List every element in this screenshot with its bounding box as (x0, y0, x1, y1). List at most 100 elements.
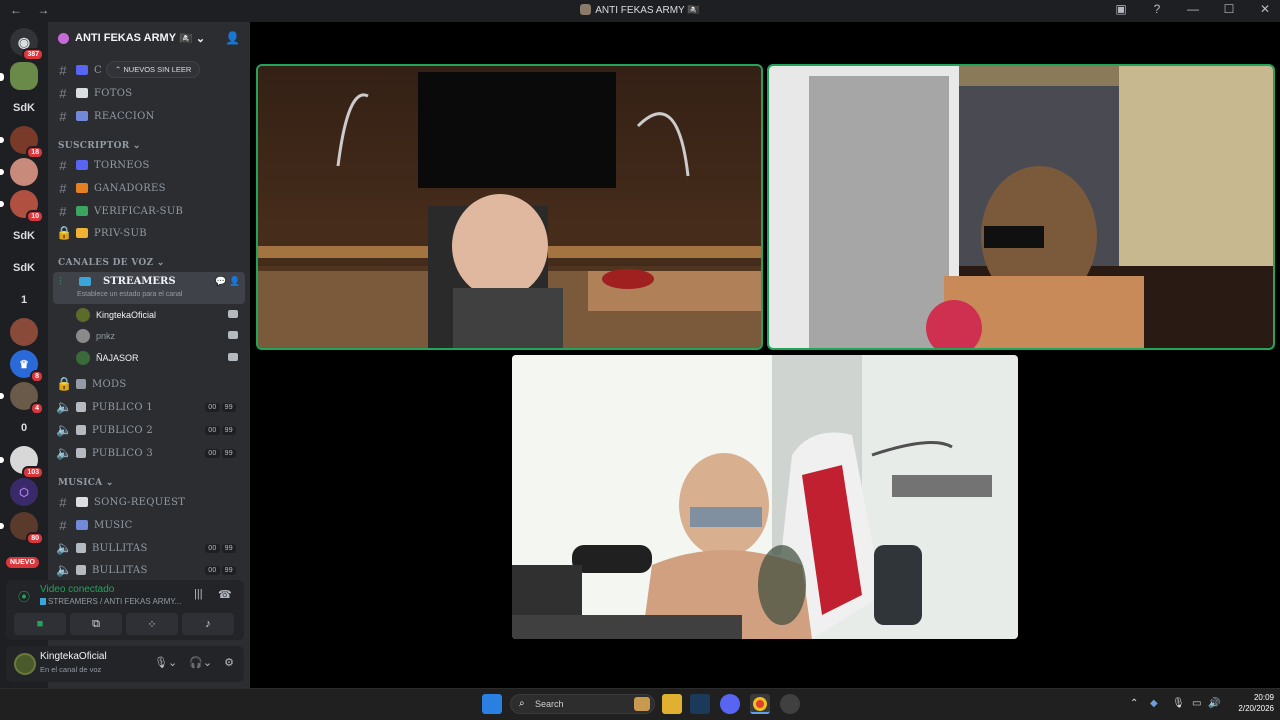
server-item[interactable]: SdK (10, 222, 38, 250)
user-limit: 00 99 (205, 543, 236, 553)
speaker-icon: 🔈 (56, 422, 73, 437)
camera-icon (228, 353, 238, 361)
chat-icon[interactable]: 💬 (215, 276, 226, 287)
request-emoji-icon (76, 497, 88, 507)
taskbar-search[interactable]: ⌕ Search (510, 694, 655, 714)
new-badge[interactable]: NUEVO (6, 557, 39, 568)
channel-music[interactable]: # MUSIC (56, 515, 244, 535)
app-icon[interactable] (780, 694, 800, 714)
voice-member[interactable]: pnkz (76, 327, 246, 345)
voice-channel-publico-3[interactable]: 🔈 PUBLICO 3 00 99 (56, 443, 244, 463)
voice-channel-bullitas[interactable]: 🔈 BULLITAS 00 99 (56, 538, 244, 558)
category-canales-de-voz[interactable]: CANALES DE VOZ ⌄ (58, 258, 165, 268)
signal-icon[interactable]: ⦿ (18, 588, 30, 605)
speaker-emoji-icon (76, 425, 86, 435)
channel-priv-sub[interactable]: 🔒 PRIV-SUB (56, 223, 244, 243)
channel-song-request[interactable]: # SONG-REQUEST (56, 492, 244, 512)
server-item[interactable]: ♛ 8 (10, 350, 44, 383)
inbox-icon[interactable]: ▣ (1114, 2, 1128, 16)
server-discord-home[interactable]: ◉ 387 (10, 28, 44, 61)
server-item[interactable]: SdK (10, 94, 38, 122)
headphones-icon[interactable]: 🎧⌄ (189, 656, 212, 669)
channel-torneos[interactable]: # TORNEOS (56, 155, 244, 175)
microphone-tray-icon[interactable]: 🎙 (1172, 698, 1185, 709)
avatar[interactable] (14, 653, 36, 675)
server-item[interactable] (10, 318, 38, 346)
chrome-icon[interactable] (750, 694, 770, 714)
server-item[interactable]: SdK (10, 254, 38, 282)
chevron-up-icon[interactable]: ⌃ (1130, 698, 1138, 709)
voice-channel-bullitas[interactable]: 🔈 BULLITAS 00 99 (56, 560, 244, 580)
voice-channel-publico-2[interactable]: 🔈 PUBLICO 2 00 99 (56, 420, 244, 440)
speaker-icon: 🔈 (56, 445, 73, 460)
hash-icon: # (59, 180, 67, 196)
channel-verificar-sub[interactable]: # VERIFICAR-SUB (56, 201, 244, 221)
unread-tooltip[interactable]: ⌃ NUEVOS SIN LEER (106, 61, 201, 78)
clock[interactable]: 20:09 2/20/2026 (1222, 692, 1274, 714)
maximize-button[interactable]: ☐ (1222, 2, 1236, 16)
server-item[interactable]: 4 (0, 382, 44, 415)
microphone-icon[interactable]: 🎙⌄ (154, 656, 177, 669)
channel-ganadores[interactable]: # GANADORES (56, 178, 244, 198)
category-suscriptor[interactable]: SUSCRIPTOR ⌄ (58, 141, 141, 151)
category-musica[interactable]: MUSICA ⌄ (58, 478, 114, 488)
voice-channel-publico-1[interactable]: 🔈 PUBLICO 1 00 99 (56, 397, 244, 417)
speaker-emoji-icon (76, 448, 86, 458)
steam-icon[interactable] (690, 694, 710, 714)
soundboard-icon: ♪ (205, 618, 211, 630)
server-item[interactable]: 18 (0, 126, 44, 159)
server-item[interactable]: 103 (0, 446, 44, 479)
server-item[interactable]: 0 (10, 414, 38, 442)
user-limit: 00 99 (205, 448, 236, 458)
search-highlight-icon (634, 697, 650, 711)
windows-start-icon[interactable] (482, 694, 502, 714)
steam-tray-icon[interactable]: ◆ (1150, 698, 1158, 709)
server-item[interactable] (0, 158, 38, 186)
channel-fotos[interactable]: # FOTOS (56, 83, 244, 103)
disconnect-icon[interactable]: ☎ (218, 588, 232, 601)
discord-icon[interactable] (720, 694, 740, 714)
window-title: ANTI FEKAS ARMY 🏴‍☠️ (0, 4, 1280, 16)
screen-share-button[interactable]: ⧉ (70, 613, 122, 635)
video-tile-3[interactable] (512, 355, 1018, 639)
speaker-emoji-icon (76, 402, 86, 412)
close-button[interactable]: ✕ (1258, 2, 1272, 16)
server-item[interactable]: 1 (10, 286, 38, 314)
soundboard-button[interactable]: ♪ (182, 613, 234, 635)
channel-reaccion[interactable]: # REACCION (56, 106, 244, 126)
channel-mods[interactable]: 🔒 MODS (56, 374, 244, 394)
video-frame (258, 66, 761, 348)
server-item[interactable]: ⬡ (10, 478, 38, 506)
username[interactable]: KingtekaOficial (40, 651, 107, 662)
add-member-icon[interactable]: 👤 (229, 276, 240, 287)
invite-icon[interactable]: 👤 (225, 31, 240, 45)
server-item[interactable]: 80 (0, 512, 44, 545)
volume-icon[interactable]: 🔊 (1208, 698, 1220, 709)
title-bar: ← → ANTI FEKAS ARMY 🏴‍☠️ ▣ ? — ☐ ✕ (0, 0, 1280, 22)
server-item[interactable]: 10 (0, 190, 44, 223)
search-icon: ⌕ (519, 698, 525, 709)
chevron-up-icon: ⌃ (115, 65, 122, 74)
voice-status[interactable]: Video conectado (40, 584, 114, 595)
server-item[interactable] (0, 62, 38, 90)
file-explorer-icon[interactable] (662, 694, 682, 714)
voice-member[interactable]: ÑAJASOR (76, 349, 246, 367)
voice-member[interactable]: KingtekaOficial (76, 306, 246, 324)
gear-icon[interactable]: ⚙ (224, 656, 234, 669)
minimize-button[interactable]: — (1186, 2, 1200, 16)
hash-icon: # (59, 517, 67, 533)
video-tile-2[interactable] (767, 64, 1275, 350)
party-icon (76, 183, 88, 193)
guild-header[interactable]: ANTI FEKAS ARMY 🏴‍☠️ ⌄ 👤 (48, 22, 250, 54)
network-icon[interactable]: ▭ (1192, 698, 1201, 709)
help-icon[interactable]: ? (1150, 2, 1164, 16)
camera-button[interactable]: ■ (14, 613, 66, 635)
lock-emoji-icon (76, 228, 88, 238)
voice-channel-streamers[interactable]: ⫶ STREAMERS Establece un estado para el … (53, 272, 245, 304)
video-tile-1[interactable] (256, 64, 763, 350)
user-limit: 00 99 (205, 402, 236, 412)
noise-suppression-icon[interactable]: ||| (194, 588, 203, 600)
activities-button[interactable]: ⁘ (126, 613, 178, 635)
voice-channel-link[interactable]: STREAMERS / ANTI FEKAS ARMY... (48, 597, 181, 606)
camera-icon (228, 310, 238, 318)
